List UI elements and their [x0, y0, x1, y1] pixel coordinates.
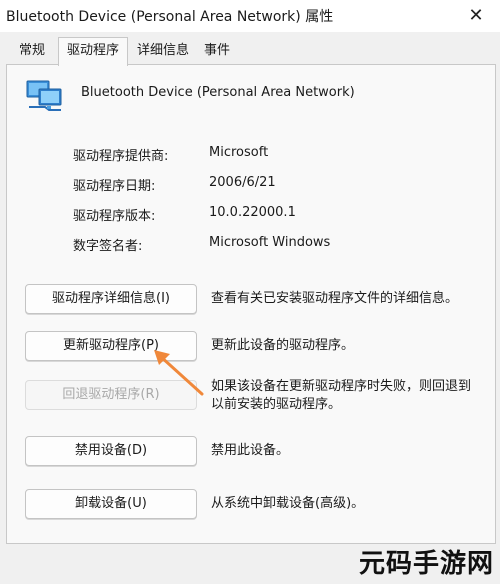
- title-bar: Bluetooth Device (Personal Area Network)…: [0, 0, 500, 32]
- info-label: 驱动程序提供商:: [73, 149, 169, 164]
- uninstall-device-button[interactable]: 卸载设备(U): [25, 489, 197, 519]
- info-value: Microsoft: [209, 145, 269, 160]
- device-name: Bluetooth Device (Personal Area Network): [81, 85, 355, 100]
- info-label: 驱动程序日期:: [73, 179, 156, 194]
- watermark-logo: 元码手游网: [358, 549, 494, 579]
- tab-driver[interactable]: 驱动程序: [58, 37, 128, 66]
- close-icon[interactable]: ✕: [464, 4, 488, 28]
- uninstall-device-description: 从系统中卸载设备(高级)。: [211, 496, 365, 511]
- info-value: 2006/6/21: [209, 175, 276, 190]
- update-driver-description: 更新此设备的驱动程序。: [211, 338, 355, 353]
- driver-details-description: 查看有关已安装驱动程序文件的详细信息。: [211, 291, 459, 306]
- info-value: Microsoft Windows: [209, 235, 331, 250]
- tab-events[interactable]: 事件: [198, 40, 236, 62]
- annotation-arrow-icon: [154, 350, 204, 396]
- info-label: 驱动程序版本:: [73, 209, 156, 224]
- driver-details-button[interactable]: 驱动程序详细信息(I): [25, 284, 197, 314]
- window-title: Bluetooth Device (Personal Area Network)…: [6, 9, 334, 25]
- disable-device-button[interactable]: 禁用设备(D): [25, 436, 197, 466]
- tab-general[interactable]: 常规: [12, 40, 52, 62]
- driver-panel: Bluetooth Device (Personal Area Network)…: [6, 64, 496, 544]
- network-adapter-icon: [26, 80, 62, 111]
- info-label: 数字签名者:: [73, 239, 143, 254]
- info-value: 10.0.22000.1: [209, 205, 296, 220]
- disable-device-description: 禁用此设备。: [211, 443, 290, 458]
- tab-details[interactable]: 详细信息: [130, 40, 196, 62]
- rollback-driver-description: 如果该设备在更新驱动程序时失败，则回退到以前安装的驱动程序。: [211, 379, 472, 412]
- tab-strip: 常规 驱动程序 详细信息 事件: [6, 37, 496, 66]
